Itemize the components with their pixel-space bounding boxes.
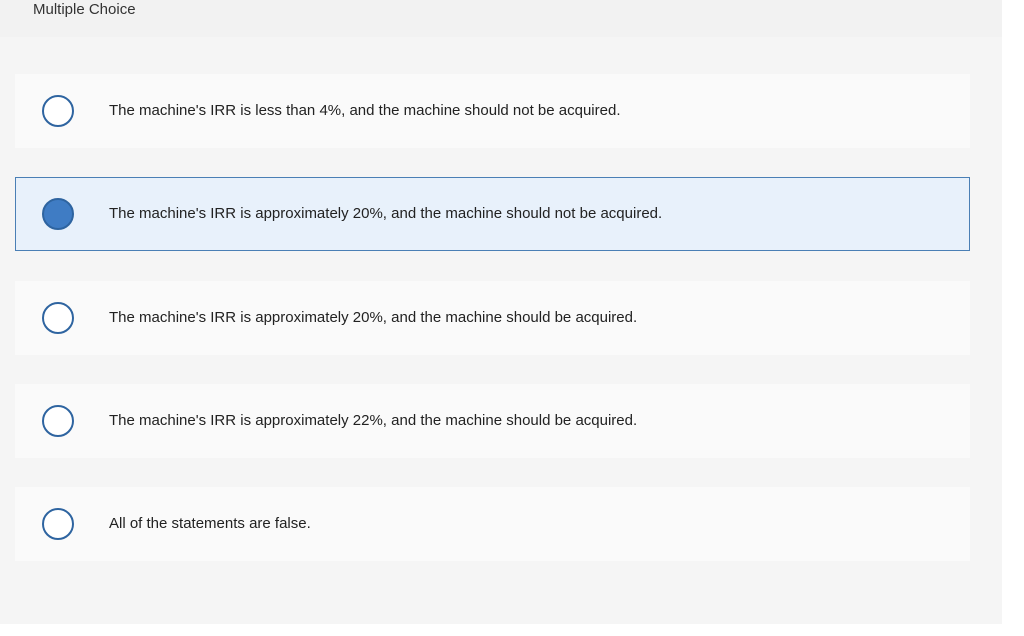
question-header: Multiple Choice	[0, 0, 1002, 37]
answer-option-3[interactable]: The machine's IRR is approximately 20%, …	[15, 281, 970, 355]
answer-option-text: All of the statements are false.	[109, 515, 311, 532]
radio-button-icon[interactable]	[42, 405, 74, 437]
radio-button-icon[interactable]	[42, 302, 74, 334]
answer-option-1[interactable]: The machine's IRR is less than 4%, and t…	[15, 74, 970, 148]
question-panel: Multiple Choice The machine's IRR is les…	[0, 0, 1002, 624]
radio-button-selected-icon[interactable]	[42, 198, 74, 230]
radio-button-icon[interactable]	[42, 508, 74, 540]
answer-option-text: The machine's IRR is less than 4%, and t…	[109, 102, 621, 119]
answer-option-text: The machine's IRR is approximately 20%, …	[109, 309, 638, 326]
radio-button-icon[interactable]	[42, 95, 74, 127]
answer-option-5[interactable]: All of the statements are false.	[15, 487, 970, 561]
answer-option-text: The machine's IRR is approximately 22%, …	[109, 412, 638, 429]
question-type-title: Multiple Choice	[33, 1, 136, 18]
answer-option-4[interactable]: The machine's IRR is approximately 22%, …	[15, 384, 970, 458]
answer-option-2[interactable]: The machine's IRR is approximately 20%, …	[15, 177, 970, 251]
answer-option-text: The machine's IRR is approximately 20%, …	[109, 205, 663, 222]
